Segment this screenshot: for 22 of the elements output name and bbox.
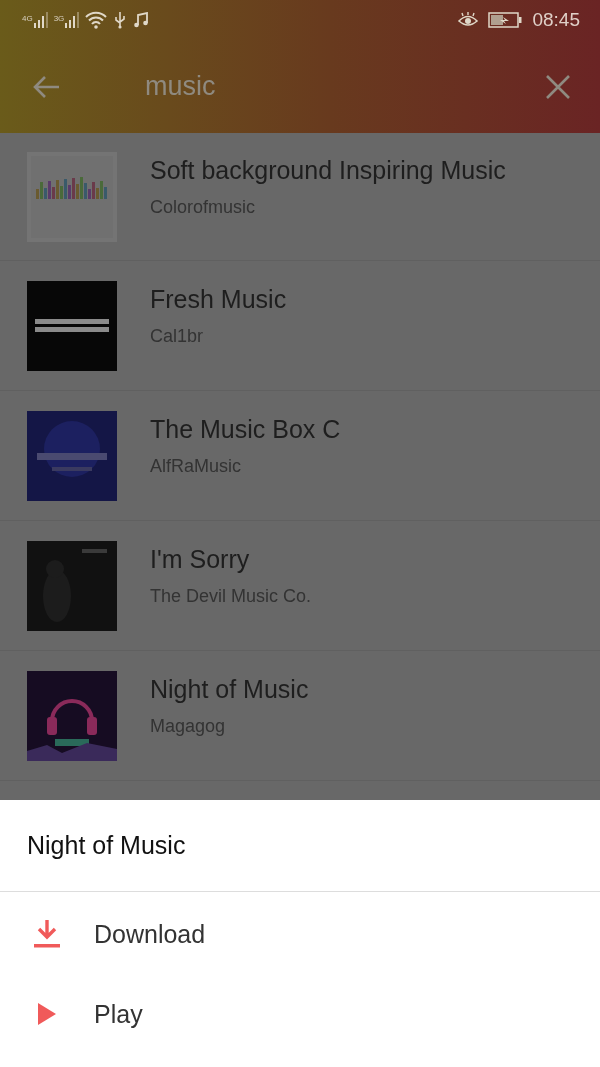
menu-item[interactable]: Download bbox=[0, 894, 600, 974]
usb-icon bbox=[113, 11, 128, 29]
sheet-title: Night of Music bbox=[27, 831, 186, 860]
signal-icon bbox=[33, 12, 48, 28]
back-arrow-icon[interactable] bbox=[32, 74, 60, 99]
track-title: Fresh Music bbox=[150, 284, 287, 314]
clock-time: 08:45 bbox=[532, 9, 580, 31]
download-icon bbox=[32, 920, 62, 948]
track-title: The Music Box C bbox=[150, 414, 341, 444]
battery-icon bbox=[488, 12, 523, 28]
menu-item[interactable]: Play bbox=[0, 974, 600, 1054]
track-title: I'm Sorry bbox=[150, 544, 251, 574]
track-title: Soft background Inspiring Music bbox=[150, 155, 506, 185]
eye-icon bbox=[458, 12, 479, 28]
search-field[interactable]: music bbox=[145, 71, 216, 102]
network-type-label: 4G bbox=[22, 14, 33, 23]
music-note-icon bbox=[133, 12, 150, 28]
network-type-label: 3G bbox=[53, 14, 65, 23]
wifi-icon bbox=[85, 11, 108, 29]
close-icon[interactable] bbox=[546, 74, 570, 99]
track-title: Night of Music bbox=[150, 674, 309, 704]
signal-icon bbox=[65, 12, 80, 28]
